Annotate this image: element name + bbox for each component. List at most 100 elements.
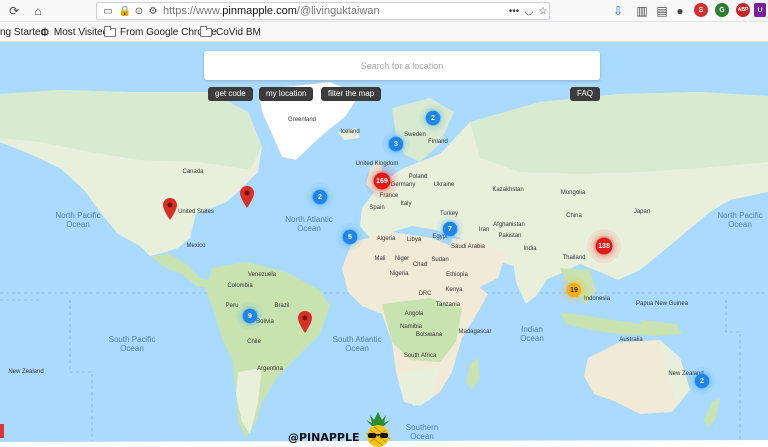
map-label: Afghanistan (493, 222, 525, 228)
address-bar[interactable]: ▭ 🔒 ⊙ ⚙ https://www.pinmapple.com/@livin… (96, 2, 550, 20)
map-label: Spain (369, 205, 385, 211)
map-label: Tanzania (435, 302, 461, 308)
marker-cluster[interactable]: 2 (688, 367, 716, 395)
map-label: Angola (404, 311, 424, 317)
map-label: Mexico (186, 243, 206, 249)
map-label: China (566, 213, 582, 219)
bookmark-folder-covid[interactable]: CoVid BM (200, 25, 261, 39)
map-label: Ukraine (433, 182, 455, 188)
ocean-label: North Pacific Ocean (717, 211, 763, 229)
map-label: Australia (619, 337, 643, 343)
lock-icon[interactable]: 🔒 (119, 5, 131, 17)
extension-icon[interactable]: G (715, 3, 729, 17)
bookmark-star-icon[interactable]: ☆ (537, 5, 549, 17)
map-label: Pakistan (498, 233, 522, 239)
zoom-control-edge[interactable] (0, 424, 4, 438)
map-label: Chile (247, 339, 261, 345)
map-label: Nigeria (389, 271, 409, 277)
bookmark-most-visited[interactable]: ⚙ Most Visited (40, 25, 108, 39)
map-label: New Zealand (8, 369, 44, 375)
map-label: Libya (406, 237, 422, 243)
map-label: Finland (428, 139, 448, 145)
extension-icon[interactable]: U (754, 3, 766, 17)
page-actions-icon[interactable]: ••• (505, 5, 523, 17)
map-label: Indonesia (583, 296, 611, 302)
sidebar-icon[interactable]: ▤ (654, 3, 670, 19)
location-search-input[interactable] (204, 51, 600, 80)
map-label: Papua New Guinea (635, 301, 689, 307)
marker-cluster[interactable]: 138 (587, 229, 621, 263)
map-label: Mali (374, 256, 386, 262)
marker-cluster[interactable]: 9 (236, 302, 264, 330)
folder-icon (200, 25, 212, 37)
map-label: Canada (182, 169, 204, 175)
map-label: Kenya (445, 287, 463, 293)
marker-cluster[interactable]: 7 (436, 215, 464, 243)
extension-icon[interactable]: S (694, 3, 708, 17)
marker-cluster[interactable]: 2 (306, 183, 334, 211)
map-label: Colombia (227, 283, 253, 289)
map-label: Botswana (415, 332, 443, 338)
marker-cluster[interactable]: 2 (419, 104, 447, 132)
map-label: Japan (633, 209, 651, 215)
tracking-icon[interactable]: ⚙ (147, 5, 159, 17)
map-label: Kazakhstan (492, 187, 524, 193)
bookmarks-toolbar: ng Started ⚙ Most Visited From Google Chr… (0, 22, 768, 42)
map-label: United States (177, 209, 215, 215)
adblock-icon[interactable]: ABP (736, 3, 750, 17)
url-text[interactable]: https://www.pinmapple.com/@livinguktaiwa… (163, 5, 380, 17)
browser-toolbar: ⟳ ⌂ ▭ 🔒 ⊙ ⚙ https://www.pinmapple.com/@l… (0, 0, 768, 22)
map-label: Namibia (399, 324, 423, 330)
refresh-icon[interactable]: ⟳ (6, 3, 22, 19)
pocket-icon[interactable]: ◡ (523, 5, 535, 17)
pinmapple-logo[interactable]: @PINAPPLE (288, 412, 394, 447)
map-pin-icon[interactable] (298, 311, 312, 333)
map-label: Thailand (562, 255, 586, 261)
map-label: Ethiopia (446, 272, 468, 278)
map-label: Venezuela (247, 272, 277, 278)
map-label: Sudan (431, 257, 449, 263)
map-label: Poland (408, 174, 428, 180)
permissions-icon[interactable]: ⊙ (133, 5, 145, 17)
get-code-button[interactable]: get code (208, 87, 253, 101)
ocean-label: North Pacific Ocean (55, 211, 101, 229)
map-pin-icon[interactable] (163, 198, 177, 220)
page-icon: ▭ (103, 5, 113, 17)
ocean-label: Indian Ocean (520, 325, 544, 343)
marker-cluster[interactable]: 169 (365, 164, 399, 198)
map-tiles (0, 81, 768, 447)
marker-cluster[interactable]: 3 (382, 130, 410, 158)
map-label: Mongolia (560, 190, 586, 196)
map-label: Greenland (287, 117, 317, 123)
map-label: Peru (225, 303, 239, 309)
map-label: Argentina (257, 366, 283, 372)
folder-icon (104, 25, 116, 37)
map-label: Madagascar (458, 329, 492, 335)
map-label: DRC (418, 291, 432, 297)
map-label: Niger (394, 256, 410, 262)
faq-button[interactable]: FAQ (570, 87, 601, 101)
gear-icon: ⚙ (40, 26, 50, 39)
map-label: Chad (412, 262, 428, 268)
library-icon[interactable]: ▥ (634, 3, 650, 19)
logo-text: @PINAPPLE (288, 431, 360, 444)
download-icon[interactable]: ⇩ (610, 3, 626, 19)
home-icon[interactable]: ⌂ (30, 3, 46, 19)
map-pin-icon[interactable] (240, 186, 254, 208)
marker-cluster[interactable]: 5 (336, 223, 364, 251)
map-label: Algeria (376, 236, 396, 242)
search-box (204, 51, 600, 80)
marker-cluster[interactable]: 19 (559, 275, 589, 305)
filter-map-button[interactable]: filter the map (321, 87, 382, 101)
map-label: Saudi Arabia (450, 244, 486, 250)
account-icon[interactable]: ● (672, 3, 688, 19)
ocean-label: South Pacific Ocean (108, 335, 156, 353)
map-label: South Africa (403, 353, 437, 359)
world-map[interactable]: Canada United States Mexico Venezuela Co… (0, 42, 768, 447)
ocean-label: Southern Ocean (405, 423, 439, 441)
ocean-label: South Atlantic Ocean (332, 335, 382, 353)
map-label: Iceland (340, 129, 360, 135)
ocean-label: North Atlantic Ocean (285, 215, 333, 233)
map-label: Brazil (274, 303, 290, 309)
my-location-button[interactable]: my location (259, 87, 314, 101)
